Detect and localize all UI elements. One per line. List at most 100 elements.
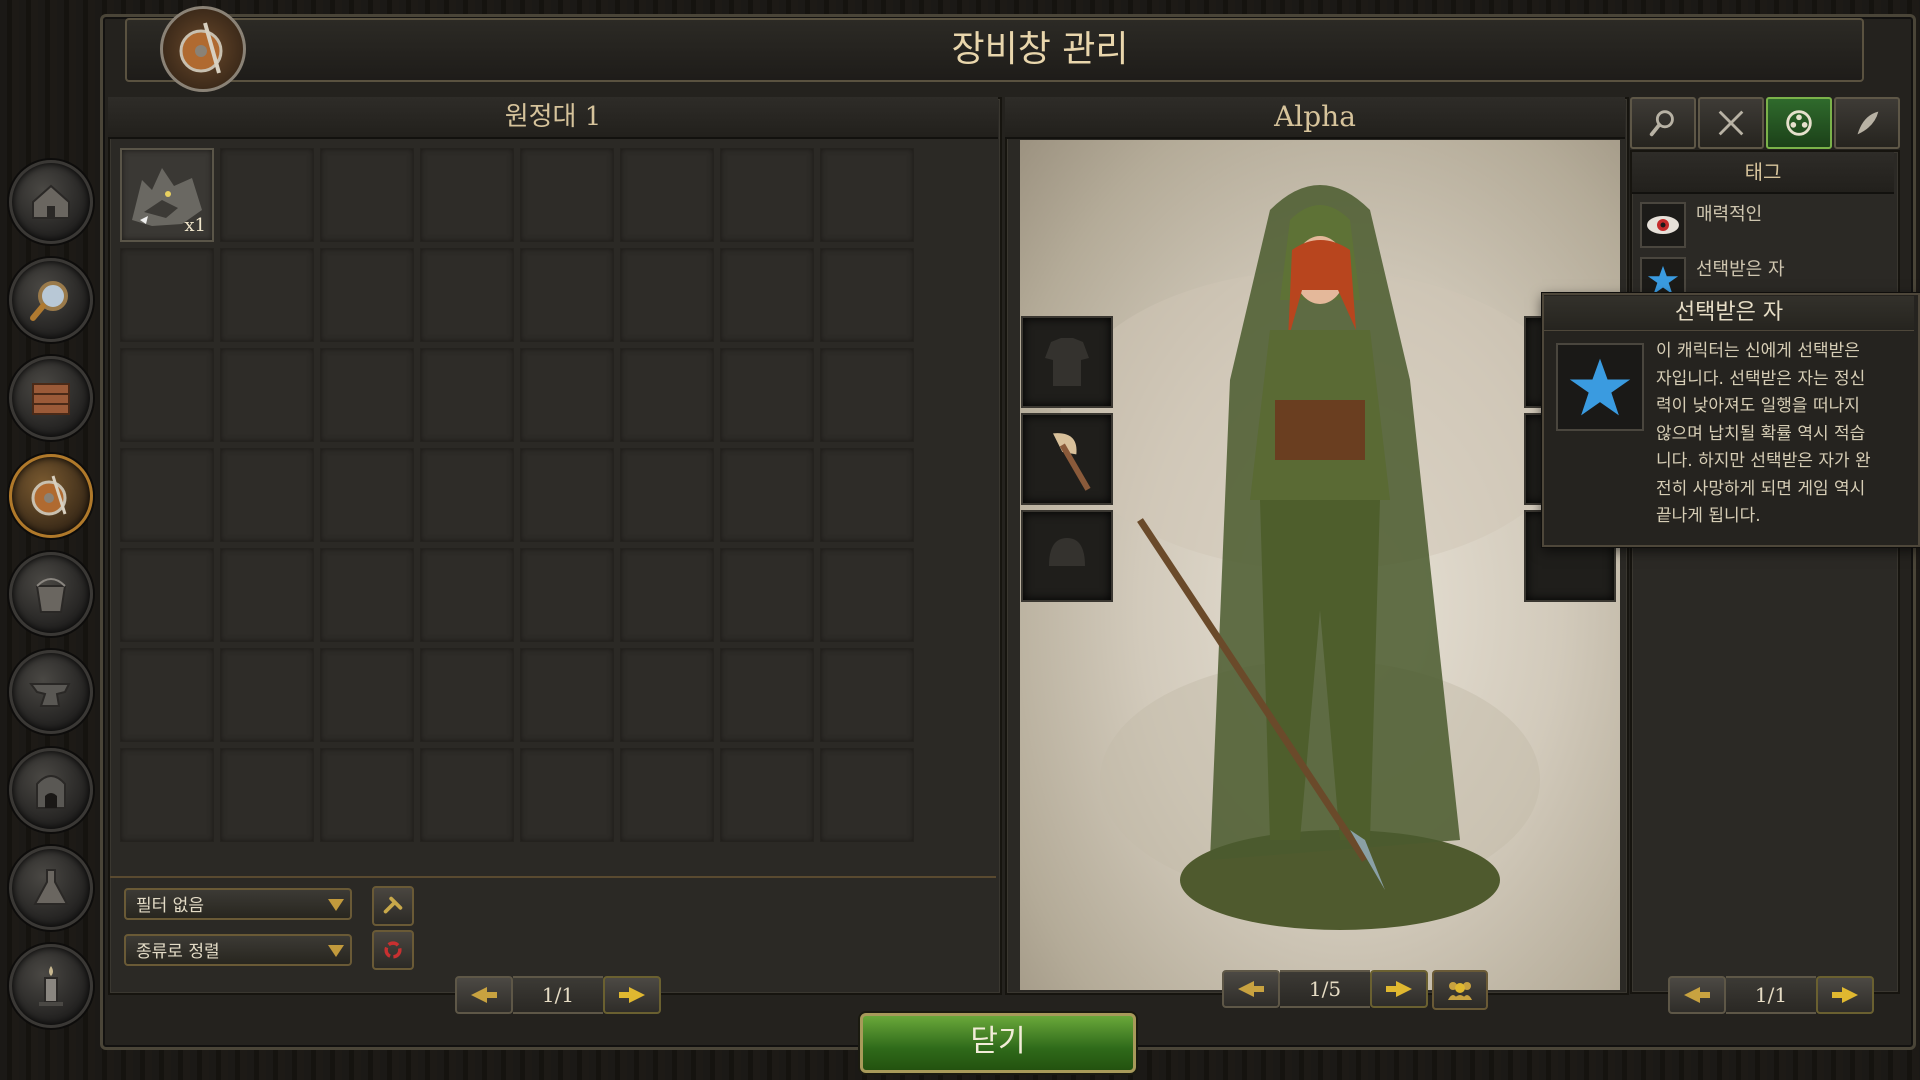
inventory-slot[interactable] <box>720 448 814 542</box>
sidebar-item-smithy[interactable] <box>9 650 93 734</box>
inventory-slot[interactable] <box>720 348 814 442</box>
filter-dropdown[interactable]: 필터 없음 <box>124 888 352 920</box>
inventory-slot[interactable] <box>420 348 514 442</box>
inventory-slot-wolf-pelt[interactable]: x1 <box>120 148 214 242</box>
inventory-slot[interactable] <box>820 348 914 442</box>
tooltip-line: 자입니다. 선택받은 자는 정신 <box>1656 368 1866 389</box>
inventory-slot[interactable] <box>420 648 514 742</box>
inventory-slot[interactable] <box>220 648 314 742</box>
inventory-slot[interactable] <box>820 148 914 242</box>
inventory-slot[interactable] <box>320 648 414 742</box>
inventory-slot[interactable] <box>520 648 614 742</box>
inventory-slot[interactable] <box>520 448 614 542</box>
inventory-slot[interactable] <box>420 448 514 542</box>
inventory-slot[interactable] <box>520 748 614 842</box>
inventory-slot[interactable] <box>220 348 314 442</box>
inventory-slot[interactable] <box>720 648 814 742</box>
inventory-slot[interactable] <box>420 148 514 242</box>
inventory-slot[interactable] <box>620 248 714 342</box>
party-icon <box>1448 982 1472 1000</box>
arrow-left-icon <box>1238 981 1264 997</box>
sidebar-item-search[interactable] <box>9 258 93 342</box>
inventory-slot[interactable] <box>620 448 714 542</box>
close-button[interactable]: 닫기 <box>860 1013 1136 1073</box>
armor-silhouette-icon <box>1045 338 1089 386</box>
sidebar-item-equipment[interactable] <box>9 454 93 538</box>
recycle-icon <box>384 941 402 959</box>
equipment-slot-weapon[interactable] <box>1021 413 1113 505</box>
inventory-slot[interactable] <box>220 148 314 242</box>
inventory-slot[interactable] <box>120 548 214 642</box>
inventory-slot[interactable] <box>420 548 514 642</box>
inventory-slot[interactable] <box>620 548 714 642</box>
inventory-slot[interactable] <box>820 448 914 542</box>
inventory-slot[interactable] <box>820 748 914 842</box>
tooltip-line: 력이 낮아져도 일행을 떠나지 <box>1656 396 1860 416</box>
inventory-slot[interactable] <box>220 448 314 542</box>
sidebar-item-alchemy[interactable] <box>9 846 93 930</box>
sidebar-item-furnace[interactable] <box>9 748 93 832</box>
inventory-slot[interactable] <box>520 548 614 642</box>
inventory-slot[interactable] <box>320 548 414 642</box>
inventory-slot[interactable] <box>120 748 214 842</box>
inventory-slot[interactable] <box>620 348 714 442</box>
inventory-slot[interactable] <box>520 248 614 342</box>
inventory-slot[interactable] <box>720 148 814 242</box>
inventory-slot[interactable] <box>720 548 814 642</box>
tab-search[interactable] <box>1630 97 1696 149</box>
inventory-slot[interactable] <box>620 748 714 842</box>
inventory-slot[interactable] <box>320 448 414 542</box>
inventory-slot[interactable] <box>220 248 314 342</box>
tab-notes[interactable] <box>1834 97 1900 149</box>
inventory-slot[interactable] <box>120 248 214 342</box>
inventory-slot[interactable] <box>120 448 214 542</box>
inventory-pager: 1/1 <box>455 976 661 1014</box>
inventory-slot[interactable] <box>520 148 614 242</box>
sidebar-item-house[interactable] <box>9 160 93 244</box>
equipment-slot-armor[interactable] <box>1021 316 1113 408</box>
character-prev-button[interactable] <box>1222 970 1280 1008</box>
inventory-slot[interactable] <box>320 748 414 842</box>
tags-next-button[interactable] <box>1816 976 1874 1014</box>
inventory-slot[interactable] <box>820 548 914 642</box>
inventory-slot[interactable] <box>620 648 714 742</box>
inventory-slot[interactable] <box>820 648 914 742</box>
inventory-slot[interactable] <box>320 148 414 242</box>
inventory-slot[interactable] <box>120 648 214 742</box>
tags-pager: 1/1 <box>1668 976 1874 1014</box>
sidebar-item-shrine[interactable] <box>9 944 93 1028</box>
party-button[interactable] <box>1432 970 1488 1010</box>
equipment-slot-helmet[interactable] <box>1021 510 1113 602</box>
recycle-button[interactable] <box>372 930 414 970</box>
sidebar-item-storage[interactable] <box>9 356 93 440</box>
tab-combat[interactable] <box>1698 97 1764 149</box>
inventory-slot[interactable] <box>120 348 214 442</box>
sort-dropdown[interactable]: 종류로 정렬 <box>124 934 352 966</box>
character-next-button[interactable] <box>1370 970 1428 1008</box>
inventory-slot[interactable] <box>720 748 814 842</box>
tags-tab-icon <box>1786 110 1812 136</box>
crossed-swords-tab-icon <box>1718 110 1744 136</box>
inventory-slot[interactable] <box>420 748 514 842</box>
inventory-slot[interactable] <box>220 548 314 642</box>
inventory-slot[interactable] <box>520 348 614 442</box>
inventory-slot[interactable] <box>620 148 714 242</box>
tooltip-icon <box>1556 343 1644 431</box>
tags-prev-button[interactable] <box>1668 976 1726 1014</box>
tooltip-line: 끝나게 됩니다. <box>1656 506 1761 526</box>
inventory-next-button[interactable] <box>603 976 661 1014</box>
sidebar-item-workshop[interactable] <box>9 552 93 636</box>
auto-equip-button[interactable] <box>372 886 414 926</box>
tab-tags[interactable] <box>1766 97 1832 149</box>
inventory-slot[interactable] <box>220 748 314 842</box>
inventory-slot[interactable] <box>720 248 814 342</box>
magnifier-icon <box>30 281 68 321</box>
inventory-slot[interactable] <box>420 248 514 342</box>
tag-item[interactable]: 매력적인 <box>1640 202 1762 252</box>
inventory-slot[interactable] <box>320 248 414 342</box>
inventory-slot[interactable] <box>320 348 414 442</box>
tooltip-line: 전히 사망하게 되면 게임 역시 <box>1656 478 1866 499</box>
shield-sword-icon <box>179 22 223 74</box>
inventory-slot[interactable] <box>820 248 914 342</box>
inventory-prev-button[interactable] <box>455 976 513 1014</box>
